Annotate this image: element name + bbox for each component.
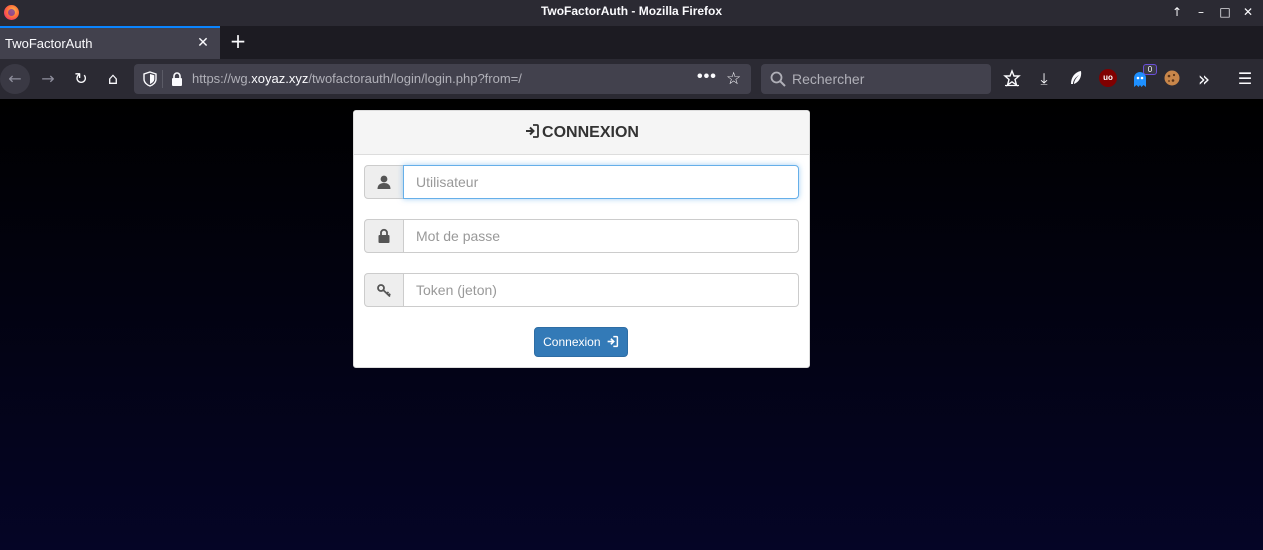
reload-button[interactable]: ↻ (71, 69, 91, 89)
url-prefix: https://wg. (192, 71, 252, 86)
downloads-icon[interactable]: ⤓ (1034, 69, 1054, 89)
page-content: CONNEXION Utilisateur Token (jeton) Conn… (0, 99, 1263, 550)
ublock-origin-icon[interactable]: uo (1099, 69, 1117, 87)
username-group (364, 165, 799, 199)
password-group (364, 219, 799, 253)
login-panel-heading: CONNEXION (354, 111, 809, 155)
navigation-toolbar: ← → ↻ ⌂ https://wg.xoyaz.xyz/twofactorau… (0, 59, 1263, 99)
overflow-menu-icon[interactable]: » (1194, 69, 1214, 89)
login-submit-label: Connexion (543, 335, 601, 349)
tracking-shield-icon[interactable] (142, 71, 158, 87)
back-button[interactable]: ← (0, 64, 30, 94)
tab-close-icon[interactable]: ✕ (195, 35, 211, 51)
search-icon (770, 71, 786, 87)
login-submit-button[interactable]: Connexion (534, 327, 628, 357)
url-path: /twofactorauth/login/login.php?from=/ (308, 71, 522, 86)
user-icon (377, 175, 391, 189)
tab-twofactorauth[interactable]: TwoFactorAuth ✕ (0, 26, 220, 59)
bookmarks-menu-icon[interactable] (1003, 69, 1021, 87)
close-window-button[interactable]: ✕ (1240, 4, 1256, 20)
sign-in-icon (526, 124, 539, 138)
bookmark-star-icon[interactable]: ☆ (726, 69, 741, 89)
lock-icon[interactable] (170, 71, 184, 87)
key-icon (377, 284, 391, 298)
cookie-extension-icon[interactable] (1163, 69, 1181, 87)
page-actions-menu-icon[interactable]: ••• (697, 68, 717, 86)
maximize-button[interactable]: □ (1217, 4, 1233, 20)
feather-extension-icon[interactable] (1067, 69, 1085, 87)
tab-label: TwoFactorAuth (5, 36, 93, 51)
tab-strip: TwoFactorAuth ✕ + (0, 26, 1263, 59)
url-text[interactable]: https://wg.xoyaz.xyz/twofactorauth/login… (192, 71, 522, 86)
window-title: TwoFactorAuth - Mozilla Firefox (540, 4, 723, 18)
url-host: xoyaz.xyz (251, 71, 309, 86)
login-heading: CONNEXION (542, 124, 639, 141)
minimize-button[interactable]: – (1193, 4, 1209, 20)
password-addon (364, 219, 404, 253)
search-placeholder: Rechercher (792, 71, 865, 87)
restore-up-icon[interactable]: ↑ (1169, 4, 1185, 20)
new-tab-button[interactable]: + (228, 31, 248, 51)
sign-in-icon (607, 335, 618, 348)
username-addon (364, 165, 404, 199)
url-bar[interactable]: https://wg.xoyaz.xyz/twofactorauth/login… (134, 64, 751, 94)
home-button[interactable]: ⌂ (103, 69, 123, 89)
url-separator (162, 70, 163, 88)
token-addon (364, 273, 404, 307)
username-input[interactable] (403, 165, 799, 199)
search-bar[interactable]: Rechercher (761, 64, 991, 94)
login-panel: CONNEXION Utilisateur Token (jeton) Conn… (353, 110, 810, 368)
hamburger-menu-icon[interactable]: ☰ (1235, 69, 1255, 89)
lock-icon (378, 228, 390, 243)
token-input[interactable] (403, 273, 799, 307)
token-group (364, 273, 799, 307)
forward-button[interactable]: → (38, 69, 58, 89)
extension-badge-count: 0 (1143, 64, 1157, 75)
password-input[interactable] (403, 219, 799, 253)
window-titlebar: TwoFactorAuth - Mozilla Firefox ↑ – □ ✕ (0, 0, 1263, 26)
